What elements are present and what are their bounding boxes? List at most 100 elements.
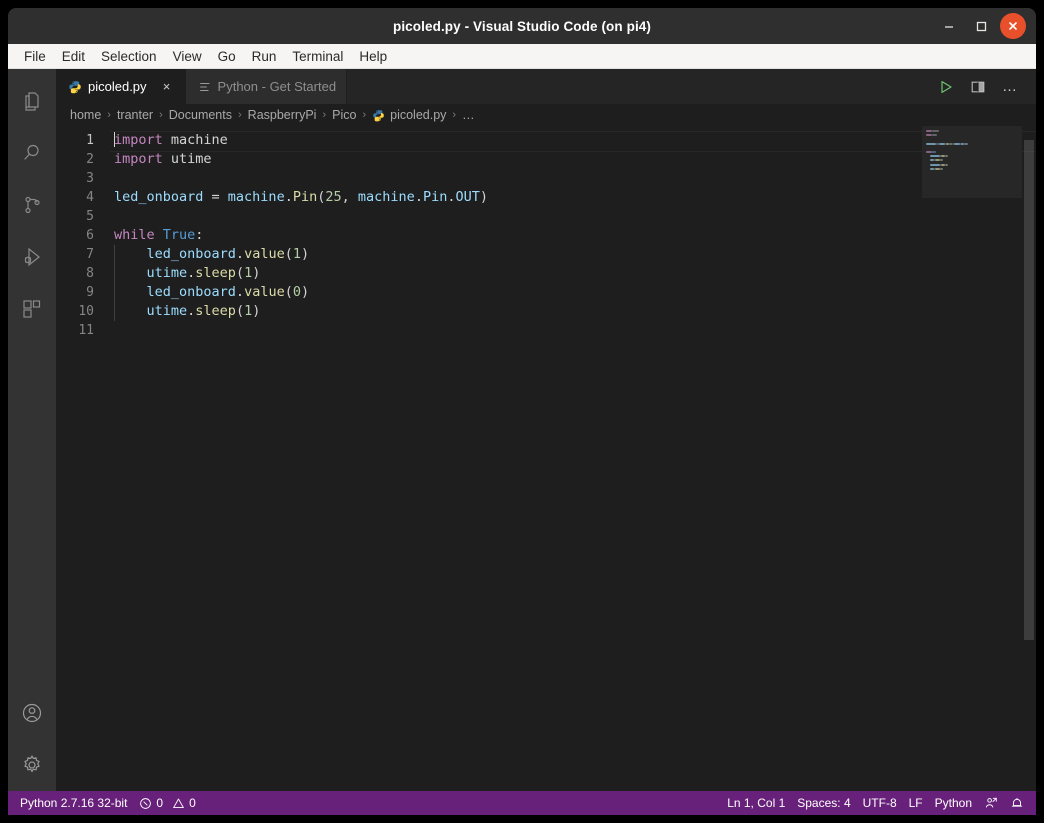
sidebar-item-manage[interactable] — [8, 739, 56, 791]
status-problems[interactable]: 0 0 — [133, 791, 201, 815]
tab-close-icon[interactable]: × — [159, 79, 175, 94]
code-token: led_onboard — [147, 246, 236, 262]
code-token: ) — [301, 284, 309, 300]
line-number: 6 — [56, 226, 112, 245]
sidebar-item-accounts[interactable] — [8, 687, 56, 739]
sidebar-item-run-and-debug[interactable] — [8, 231, 56, 283]
code-token: utime — [171, 151, 212, 167]
close-button[interactable] — [1000, 13, 1026, 39]
play-icon — [938, 79, 954, 95]
code-token: Pin — [423, 189, 447, 205]
minimap[interactable] — [922, 126, 1022, 791]
breadcrumb-separator: › — [358, 109, 370, 121]
code-line: led_onboard = machine.Pin(25, machine.Pi… — [112, 188, 1036, 207]
line-number: 10 — [56, 302, 112, 321]
menu-item-edit[interactable]: Edit — [54, 47, 93, 66]
breadcrumb-separator: › — [155, 109, 167, 121]
split-editor-button[interactable] — [964, 73, 992, 101]
menu-item-go[interactable]: Go — [210, 47, 244, 66]
code-content[interactable]: import machineimport utimeled_onboard = … — [112, 126, 1036, 791]
code-token: value — [244, 246, 285, 262]
minimap-line — [942, 168, 943, 170]
code-token: 1 — [244, 303, 252, 319]
status-notifications[interactable] — [1004, 791, 1030, 815]
menu-item-run[interactable]: Run — [244, 47, 285, 66]
breadcrumb-item-pico[interactable]: Pico — [330, 108, 358, 122]
maximize-icon — [974, 19, 988, 33]
ellipsis-icon: … — [1002, 82, 1018, 92]
get-started-icon — [198, 80, 212, 94]
feedback-icon — [984, 796, 998, 810]
breadcrumb-separator: › — [318, 109, 330, 121]
code-token: sleep — [195, 265, 236, 281]
sidebar-item-extensions[interactable] — [8, 283, 56, 335]
run-python-file-button[interactable] — [932, 73, 960, 101]
status-cursor-position[interactable]: Ln 1, Col 1 — [721, 791, 791, 815]
breadcrumb-separator: › — [103, 109, 115, 121]
breadcrumb-item-picoled-py[interactable]: picoled.py — [370, 108, 448, 122]
menu-item-file[interactable]: File — [16, 47, 54, 66]
status-language-mode[interactable]: Python — [929, 791, 978, 815]
status-indentation[interactable]: Spaces: 4 — [791, 791, 856, 815]
menu-item-selection[interactable]: Selection — [93, 47, 165, 66]
editor-scrollbar[interactable] — [1022, 126, 1036, 791]
minimap-line — [932, 134, 937, 136]
code-token: ( — [285, 246, 293, 262]
bell-icon — [1010, 796, 1024, 810]
code-token: ( — [236, 303, 244, 319]
menu-item-terminal[interactable]: Terminal — [284, 47, 351, 66]
breadcrumb-item-overflow[interactable]: … — [460, 108, 477, 122]
code-token: 0 — [293, 284, 301, 300]
code-token: import — [114, 132, 171, 148]
status-encoding[interactable]: UTF-8 — [857, 791, 903, 815]
minimap-slider[interactable] — [922, 126, 1022, 198]
scrollbar-thumb[interactable] — [1024, 140, 1034, 640]
files-icon — [20, 89, 44, 113]
error-count: 0 — [156, 796, 163, 810]
run-and-debug-icon — [20, 245, 44, 269]
code-token: True — [163, 227, 196, 243]
window-controls — [936, 8, 1026, 44]
breadcrumb-item-home[interactable]: home — [68, 108, 103, 122]
code-token: : — [195, 227, 203, 243]
status-python-interpreter[interactable]: Python 2.7.16 32-bit — [14, 791, 133, 815]
code-token: OUT — [455, 189, 479, 205]
close-icon — [1007, 20, 1019, 32]
code-token: 1 — [293, 246, 301, 262]
tab-picoled-py[interactable]: picoled.py × — [56, 69, 186, 104]
breadcrumb-label: picoled.py — [390, 108, 446, 122]
breadcrumb-item-documents[interactable]: Documents — [167, 108, 234, 122]
menu-item-help[interactable]: Help — [351, 47, 395, 66]
breadcrumb-separator: › — [234, 109, 246, 121]
minimize-icon — [942, 19, 956, 33]
code-token: while — [114, 227, 163, 243]
more-actions-button[interactable]: … — [996, 73, 1024, 101]
menu-item-view[interactable]: View — [165, 47, 210, 66]
minimap-line — [947, 164, 948, 166]
line-number: 5 — [56, 207, 112, 226]
sidebar-item-search[interactable] — [8, 127, 56, 179]
warning-count: 0 — [189, 796, 196, 810]
editor-tabs: picoled.py × Python - Get Started — [56, 69, 1036, 104]
breadcrumb-item-raspberrypi[interactable]: RaspberryPi — [246, 108, 319, 122]
python-icon — [372, 109, 385, 122]
code-token: led_onboard — [147, 284, 236, 300]
tab-python-get-started[interactable]: Python - Get Started — [186, 69, 348, 104]
status-feedback[interactable] — [978, 791, 1004, 815]
code-line: led_onboard.value(1) — [112, 245, 1036, 264]
code-token: . — [236, 284, 244, 300]
sidebar-item-explorer[interactable] — [8, 75, 56, 127]
breadcrumb-item-tranter[interactable]: tranter — [115, 108, 155, 122]
code-token: Pin — [293, 189, 317, 205]
status-eol[interactable]: LF — [903, 791, 929, 815]
activity-bar — [8, 69, 56, 791]
line-number: 11 — [56, 321, 112, 340]
indent-guide — [114, 264, 115, 283]
window-title: picoled.py - Visual Studio Code (on pi4) — [393, 19, 651, 34]
maximize-button[interactable] — [968, 13, 994, 39]
code-editor[interactable]: 1 2 3 4 5 6 7 8 9 10 11 import machineim… — [56, 126, 1036, 791]
code-token: sleep — [195, 303, 236, 319]
sidebar-item-source-control[interactable] — [8, 179, 56, 231]
code-token: . — [415, 189, 423, 205]
minimize-button[interactable] — [936, 13, 962, 39]
